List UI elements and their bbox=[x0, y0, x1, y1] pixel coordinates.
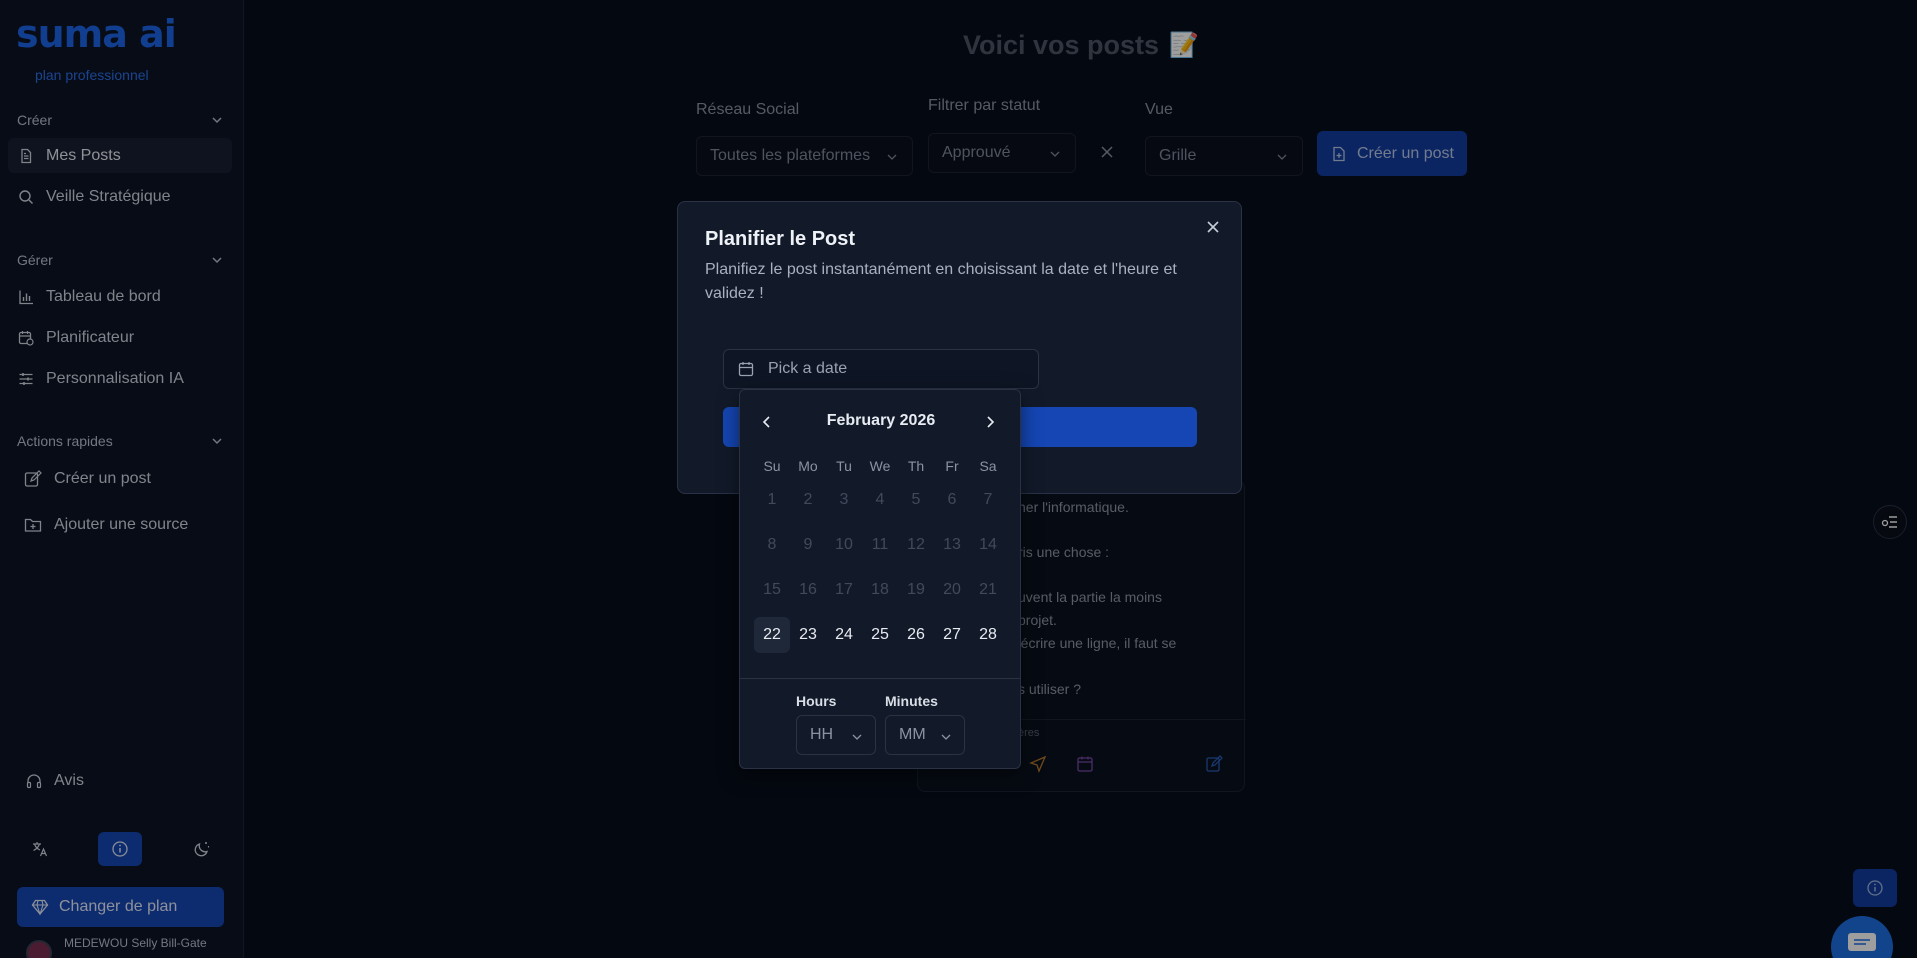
minutes-value: MM bbox=[899, 726, 926, 743]
chevron-down-icon bbox=[941, 734, 951, 740]
chevron-right-icon[interactable] bbox=[983, 415, 997, 429]
hours-value: HH bbox=[810, 726, 834, 743]
weekday-header: Mo bbox=[798, 458, 818, 474]
chevron-down-icon bbox=[852, 734, 862, 740]
close-icon[interactable] bbox=[1206, 220, 1220, 234]
hours-select[interactable]: HH bbox=[796, 715, 876, 755]
calendar-day: 20 bbox=[943, 581, 961, 598]
calendar-day: 3 bbox=[839, 491, 849, 508]
dialog-title: Planifier le Post bbox=[705, 228, 856, 250]
calendar-day: 10 bbox=[835, 536, 853, 553]
calendar-day[interactable]: 27 bbox=[934, 617, 970, 653]
calendar-day[interactable]: 23 bbox=[790, 617, 826, 653]
weekday-header: We bbox=[869, 458, 891, 474]
calendar-day: 6 bbox=[947, 491, 957, 508]
date-placeholder: Pick a date bbox=[768, 360, 848, 377]
calendar-day: 14 bbox=[979, 536, 997, 553]
calendar-day: 4 bbox=[875, 491, 885, 508]
dialog-description: Planifiez le post instantanément en choi… bbox=[705, 261, 1177, 302]
calendar-month-label: February 2026 bbox=[826, 412, 936, 429]
calendar-divider bbox=[740, 678, 1020, 679]
calendar-day: 17 bbox=[835, 581, 853, 598]
minutes-select[interactable]: MM bbox=[885, 715, 965, 755]
calendar-day[interactable]: 24 bbox=[826, 617, 862, 653]
weekday-header: Fr bbox=[945, 458, 959, 474]
calendar-day: 16 bbox=[799, 581, 817, 598]
calendar-day: 7 bbox=[983, 491, 993, 508]
calendar-day: 21 bbox=[979, 581, 997, 598]
calendar-day: 12 bbox=[907, 536, 925, 553]
weekday-header: Th bbox=[907, 458, 925, 474]
calendar-day: 8 bbox=[767, 536, 777, 553]
calendar-day: 11 bbox=[871, 536, 889, 553]
calendar-day: 1 bbox=[767, 491, 777, 508]
calendar-day: 5 bbox=[911, 491, 921, 508]
minutes-label: Minutes bbox=[885, 693, 938, 709]
calendar-day[interactable]: 28 bbox=[970, 617, 1006, 653]
weekday-header: Su bbox=[763, 458, 781, 474]
calendar-icon bbox=[738, 362, 754, 377]
date-picker-popover: February 2026 Su Mo Tu We Th Fr Sa 1 2 3 4 5 6 7 8 9 10 1… bbox=[739, 389, 1021, 769]
calendar-day: 18 bbox=[871, 581, 889, 598]
calendar-day: 15 bbox=[763, 581, 781, 598]
calendar-day[interactable]: 26 bbox=[898, 617, 934, 653]
hours-label: Hours bbox=[796, 693, 837, 709]
calendar-day: 13 bbox=[943, 536, 961, 553]
weekday-header: Tu bbox=[836, 458, 852, 474]
calendar-day: 9 bbox=[803, 536, 813, 553]
date-picker-trigger[interactable]: Pick a date bbox=[723, 349, 1039, 389]
weekday-header: Sa bbox=[979, 458, 997, 474]
calendar-day[interactable]: 25 bbox=[862, 617, 898, 653]
calendar-day: 19 bbox=[907, 581, 925, 598]
calendar-day[interactable]: 22 bbox=[754, 617, 790, 653]
calendar-day: 2 bbox=[803, 491, 813, 508]
calendar-grid: Su Mo Tu We Th Fr Sa 1 2 3 4 5 6 7 8 9 10 11 12 13 14 15 16 17 1… bbox=[754, 450, 1006, 662]
